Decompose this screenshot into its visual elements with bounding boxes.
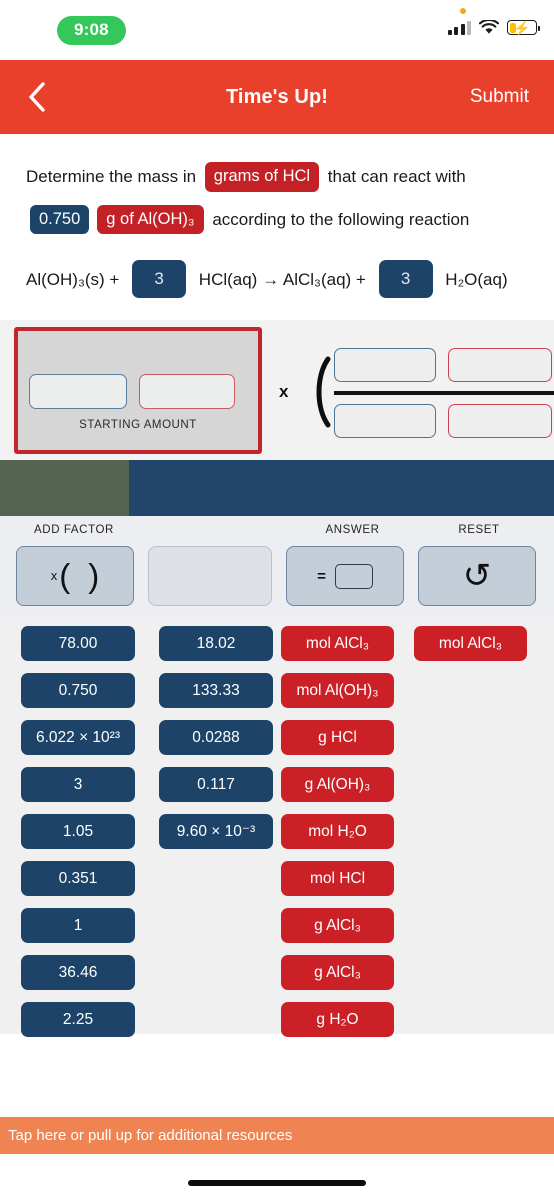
answer-label: ANSWER (325, 524, 380, 536)
toolbar-buttons: x () = ↺ (0, 546, 554, 606)
scroll-thumb[interactable] (0, 460, 129, 516)
numerator-unit-slot[interactable] (448, 348, 552, 382)
tile-item[interactable]: 0.750 (21, 673, 135, 708)
question-chip-given-value: 0.750 (30, 204, 90, 234)
scroll-track[interactable] (129, 460, 554, 516)
open-parenthesis-icon (310, 356, 334, 428)
question-text-c: according to the following reaction (207, 209, 470, 229)
equation-coefficient-1: 3 (132, 260, 187, 298)
question-line-1: Determine the mass in grams of HCl that … (26, 162, 528, 192)
tile-item[interactable]: 1 (21, 908, 135, 943)
tile-column-values-1: 78.00 0.750 6.022 × 10²³ 3 1.05 0.351 1 36.46 2.… (21, 626, 135, 1049)
tile-item[interactable]: 3 (21, 767, 135, 802)
tile-item[interactable]: g H₂O (281, 1002, 394, 1037)
question-text-a: Determine the mass in (26, 167, 201, 187)
equation-product-2: H₂O(aq) (440, 269, 508, 289)
nav-bar: Time's Up! Submit (0, 60, 554, 134)
starting-value-slot[interactable] (29, 374, 127, 409)
tile-item[interactable]: 78.00 (21, 626, 135, 661)
tile-item[interactable]: mol Al(OH)₃ (281, 673, 394, 708)
starting-amount-slots (18, 331, 258, 409)
x-parentheses-icon: x () (50, 557, 100, 595)
answer-input-box[interactable] (334, 563, 373, 589)
equals-sign: = (317, 567, 326, 585)
tile-item[interactable]: 18.02 (159, 626, 273, 661)
tile-item[interactable]: mol H₂O (281, 814, 394, 849)
question-chip-given-unit: g of Al(OH)₃ (97, 204, 204, 234)
denominator-unit-slot[interactable] (448, 404, 552, 438)
tile-item[interactable]: mol AlCl₃ (281, 626, 394, 661)
tile-column-units-2: mol AlCl₃ (414, 626, 527, 673)
reset-label: RESET (458, 524, 500, 536)
fraction-denominator (334, 404, 554, 438)
tile-item[interactable]: 2.25 (21, 1002, 135, 1037)
tile-grid: 78.00 0.750 6.022 × 10²³ 3 1.05 0.351 1 36.46 2.… (0, 616, 554, 1037)
equation-coefficient-2: 3 (378, 260, 433, 298)
reset-button[interactable]: ↺ (418, 546, 536, 606)
tile-item[interactable]: g AlCl₃ (281, 908, 394, 943)
submit-button[interactable]: Submit (470, 86, 529, 108)
home-indicator (188, 1180, 366, 1186)
resources-bar[interactable]: Tap here or pull up for additional resou… (0, 1117, 554, 1154)
tile-item[interactable]: 9.60 × 10⁻³ (159, 814, 273, 849)
resources-label: Tap here or pull up for additional resou… (8, 1127, 293, 1144)
tile-item[interactable]: mol HCl (281, 861, 394, 896)
fraction-numerator (334, 348, 554, 382)
conversion-factor-fraction (334, 348, 554, 438)
denominator-value-slot[interactable] (334, 404, 436, 438)
toolbar-labels: ADD FACTOR ANSWER RESET (0, 524, 554, 540)
status-bar: 9:08 ⚡ (0, 0, 554, 60)
back-button[interactable] (24, 80, 50, 114)
horizontal-scroll-indicator[interactable] (0, 460, 554, 516)
answer-icon: = (317, 563, 373, 589)
numerator-value-slot[interactable] (334, 348, 436, 382)
tile-item[interactable]: g Al(OH)₃ (281, 767, 394, 802)
chemical-equation: Al(OH)₃(s) + 3 HCl(aq) → AlCl₃(aq) + 3 H… (26, 260, 528, 298)
equation-reactant-2: HCl(aq) → AlCl₃(aq) + (194, 269, 371, 289)
tile-item[interactable]: 0.351 (21, 861, 135, 896)
starting-amount-label: STARTING AMOUNT (79, 419, 197, 431)
work-area: STARTING AMOUNT x (0, 320, 554, 460)
add-factor-label: ADD FACTOR (34, 524, 114, 536)
add-factor-button[interactable]: x () (16, 546, 134, 606)
starting-amount-box[interactable]: STARTING AMOUNT (14, 327, 262, 454)
battery-charging-icon: ⚡ (507, 20, 540, 35)
status-icons: ⚡ (447, 8, 540, 35)
tile-item[interactable]: 0.0288 (159, 720, 273, 755)
question-line-2: 0.750 g of Al(OH)₃ according to the foll… (26, 204, 528, 234)
tile-item[interactable]: 133.33 (159, 673, 273, 708)
cellular-signal-icon (447, 21, 471, 35)
wifi-icon (478, 18, 500, 35)
question-chip-target-unit: grams of HCl (204, 162, 320, 192)
tile-item[interactable]: mol AlCl₃ (414, 626, 527, 661)
blank-label (148, 524, 286, 540)
equation-reactant-1: Al(OH)₃(s) + (26, 269, 125, 289)
clock-pill: 9:08 (57, 16, 126, 45)
answer-button[interactable]: = (286, 546, 404, 606)
tile-column-values-2: 18.02 133.33 0.0288 0.117 9.60 × 10⁻³ (159, 626, 273, 861)
multiply-symbol: x (279, 382, 289, 401)
tile-column-units-1: mol AlCl₃ mol Al(OH)₃ g HCl g Al(OH)₃ mol H₂… (281, 626, 394, 1049)
tile-item[interactable]: g HCl (281, 720, 394, 755)
undo-arrow-icon: ↺ (462, 557, 492, 595)
orange-dot-icon (459, 8, 466, 14)
toolbar: ADD FACTOR ANSWER RESET x () = ↺ (0, 516, 554, 616)
starting-unit-slot[interactable] (139, 374, 235, 409)
empty-slot-button[interactable] (148, 546, 272, 606)
tile-item[interactable]: g AlCl₃ (281, 955, 394, 990)
question-block: Determine the mass in grams of HCl that … (0, 134, 554, 298)
tile-item[interactable]: 6.022 × 10²³ (21, 720, 135, 755)
tile-item[interactable]: 36.46 (21, 955, 135, 990)
question-text-b: that can react with (323, 167, 466, 187)
tile-item[interactable]: 0.117 (159, 767, 273, 802)
fraction-bar (334, 391, 554, 395)
tile-item[interactable]: 1.05 (21, 814, 135, 849)
